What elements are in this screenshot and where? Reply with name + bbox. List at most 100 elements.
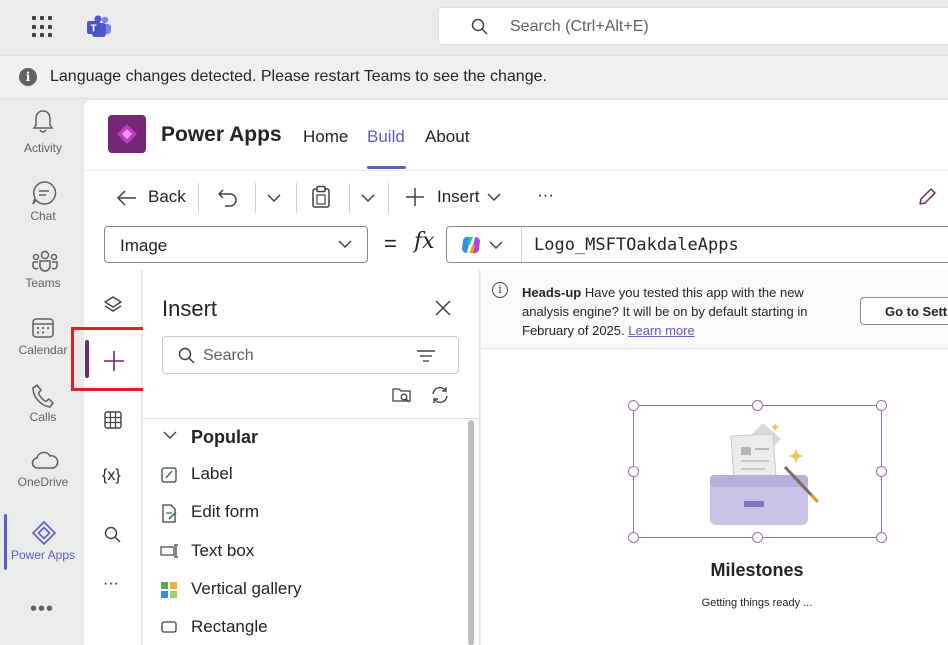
notice-text: Heads-up Have you tested this app with t… xyxy=(522,283,852,340)
close-icon[interactable] xyxy=(435,300,451,316)
label-edit-icon xyxy=(161,467,177,483)
equals-sign: = xyxy=(384,231,397,256)
resize-handle[interactable] xyxy=(628,400,639,411)
refresh-icon[interactable] xyxy=(430,385,450,405)
table-grid-icon xyxy=(104,411,122,429)
edit-form-icon xyxy=(162,504,177,523)
svg-text:T: T xyxy=(90,24,96,35)
chevron-down-icon[interactable] xyxy=(487,193,501,202)
property-dropdown[interactable]: Image xyxy=(104,226,368,263)
canvas-area: i Heads-up Have you tested this app with… xyxy=(481,270,948,645)
pane-title: Insert xyxy=(162,296,218,321)
back-button[interactable]: Back xyxy=(148,187,186,207)
formula-input[interactable]: Logo_MSFTOakdaleApps xyxy=(446,226,948,263)
more-apps-button[interactable]: ••• xyxy=(30,598,54,621)
teams-logo-icon: T xyxy=(87,15,111,37)
rail-label: Chat xyxy=(30,209,56,223)
data-button[interactable] xyxy=(84,398,142,442)
insert-item-rectangle[interactable]: Rectangle xyxy=(160,611,440,645)
rail-item-chat[interactable]: Chat xyxy=(4,172,84,236)
global-search-input[interactable]: Search (Ctrl+Alt+E) xyxy=(438,7,948,45)
rail-item-teams[interactable]: Teams xyxy=(4,240,84,304)
resize-handle[interactable] xyxy=(752,400,763,411)
insert-button[interactable]: Insert xyxy=(437,187,480,207)
insert-pane: Insert Search Popular Label Edit form Te… xyxy=(143,270,480,645)
gallery-icon xyxy=(161,582,177,598)
item-label: Text box xyxy=(191,541,255,560)
plus-icon[interactable] xyxy=(405,187,425,207)
insert-search-input[interactable]: Search xyxy=(162,336,459,374)
notice-bold: Heads-up xyxy=(522,285,582,300)
tree-view-button[interactable] xyxy=(84,283,142,327)
search-icon xyxy=(471,18,488,35)
chevron-down-icon xyxy=(338,240,352,249)
rail-label: OneDrive xyxy=(17,475,69,489)
chevron-down-icon[interactable] xyxy=(489,241,503,250)
more-options-button[interactable]: ··· xyxy=(537,185,554,205)
scrollbar[interactable] xyxy=(468,420,474,645)
command-bar: Back Insert ··· Image = fx Logo_MSFTOakd… xyxy=(84,170,948,270)
rail-item-activity[interactable]: Activity xyxy=(4,100,84,164)
insert-item-vertical-gallery[interactable]: Vertical gallery xyxy=(160,573,440,609)
resize-handle[interactable] xyxy=(628,532,639,543)
formula-value: Logo_MSFTOakdaleApps xyxy=(534,235,739,255)
folder-search-icon[interactable] xyxy=(391,385,413,405)
search-placeholder: Search (Ctrl+Alt+E) xyxy=(510,18,649,35)
resize-handle[interactable] xyxy=(628,466,639,477)
text-box-icon xyxy=(160,544,178,558)
learn-more-link[interactable]: Learn more xyxy=(628,323,694,338)
insert-item-text-box[interactable]: Text box xyxy=(160,535,440,571)
fx-icon: fx xyxy=(414,229,435,254)
divider xyxy=(198,183,199,213)
teams-icon xyxy=(32,250,58,272)
undo-icon[interactable] xyxy=(217,186,239,208)
paste-icon[interactable] xyxy=(311,185,331,209)
rectangle-icon xyxy=(161,621,177,633)
back-arrow-icon[interactable] xyxy=(116,188,138,208)
power-apps-header: Power Apps Home Build About xyxy=(84,100,948,170)
insert-item-edit-form[interactable]: Edit form xyxy=(160,496,440,532)
power-apps-logo-icon xyxy=(117,124,137,144)
chevron-down-icon xyxy=(163,431,177,439)
copilot-icon[interactable] xyxy=(460,235,482,255)
edit-pencil-icon[interactable] xyxy=(916,186,938,208)
insert-item-label[interactable]: Label xyxy=(160,458,440,494)
filter-icon[interactable] xyxy=(416,349,436,363)
divider xyxy=(388,183,389,213)
search-tool-button[interactable] xyxy=(84,513,142,557)
resize-handle[interactable] xyxy=(876,532,887,543)
app-preview-screen[interactable]: Milestones Getting things ready ... xyxy=(481,349,948,645)
app-title: Power Apps xyxy=(161,123,282,146)
group-label: Popular xyxy=(191,427,259,447)
divider xyxy=(143,418,479,419)
go-to-settings-button[interactable]: Go to Settings xyxy=(860,297,948,325)
app-launcher-icon[interactable] xyxy=(32,16,54,38)
rail-label: Calls xyxy=(29,410,57,424)
phone-icon xyxy=(32,384,54,408)
search-placeholder: Search xyxy=(203,347,254,364)
resize-handle[interactable] xyxy=(752,532,763,543)
heads-up-notice: i Heads-up Have you tested this app with… xyxy=(481,270,948,349)
rail-item-onedrive[interactable]: OneDrive xyxy=(4,440,84,504)
divider xyxy=(296,183,297,213)
property-value: Image xyxy=(120,236,168,255)
resize-handle[interactable] xyxy=(876,466,887,477)
selected-image-control[interactable] xyxy=(633,405,882,538)
tab-about[interactable]: About xyxy=(425,127,469,147)
info-icon: i xyxy=(19,68,37,86)
resize-handle[interactable] xyxy=(876,400,887,411)
chat-icon xyxy=(32,181,57,205)
tab-build[interactable]: Build xyxy=(367,127,405,147)
chevron-down-icon[interactable] xyxy=(266,193,282,203)
calendar-icon xyxy=(32,318,54,338)
rail-item-power-apps[interactable]: Power Apps xyxy=(4,512,84,576)
more-tools-button[interactable]: ··· xyxy=(103,575,119,593)
divider xyxy=(521,227,522,262)
chevron-down-icon[interactable] xyxy=(360,193,376,203)
layers-icon xyxy=(104,296,122,312)
power-apps-logo xyxy=(108,115,146,153)
variables-button[interactable]: {x} xyxy=(102,467,121,485)
cloud-icon xyxy=(31,451,59,469)
tab-home[interactable]: Home xyxy=(303,127,348,147)
info-icon: i xyxy=(492,282,508,298)
